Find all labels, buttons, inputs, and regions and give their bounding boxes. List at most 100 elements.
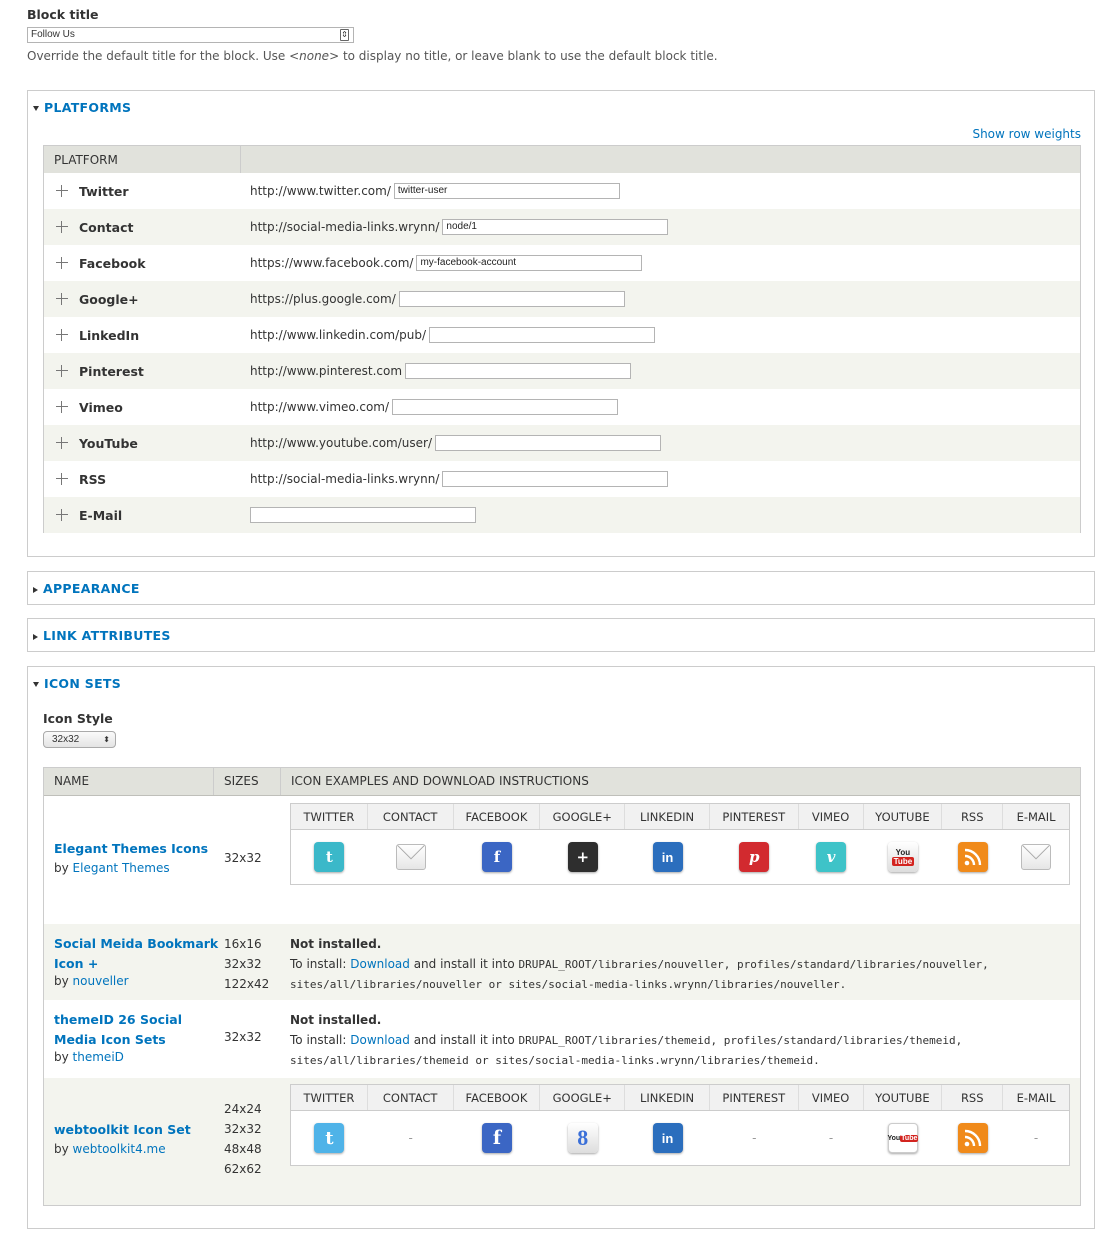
platform-row: Facebook https://www.facebook.com/my-face… — [44, 245, 1080, 281]
twitter-icon: t — [314, 842, 345, 872]
platform-url: https://www.facebook.com/my-facebook-acc… — [250, 255, 643, 271]
appearance-legend[interactable]: APPEARANCE — [33, 581, 140, 596]
platforms-legend[interactable]: PLATFORMS — [33, 100, 131, 115]
link-attributes-legend[interactable]: LINK ATTRIBUTES — [33, 628, 171, 643]
drag-handle-icon[interactable] — [56, 509, 68, 521]
col-sizes: SIZES — [214, 768, 281, 795]
appearance-fieldset — [27, 571, 1095, 605]
platform-name: LinkedIn — [79, 327, 140, 343]
set1-sizes: 32x32 — [224, 851, 262, 865]
icon-table-header: TWITTER CONTACT FACEBOOK GOOGLE+ LINKEDIN PIN… — [291, 804, 1069, 830]
drag-handle-icon[interactable] — [56, 293, 68, 305]
platform-url-prefix: https://www.facebook.com/ — [250, 256, 414, 270]
icon-sets-table-header: NAME SIZES ICON EXAMPLES AND DOWNLOAD IN… — [44, 768, 1080, 796]
set3-author: by themeiD — [54, 1050, 124, 1064]
platform-row: Twitter http://www.twitter.com/twitter-us… — [44, 173, 1080, 209]
drag-handle-icon[interactable] — [56, 257, 68, 269]
icon-col-header: E-MAIL — [1016, 809, 1056, 824]
icon-style-label: Icon Style — [43, 711, 113, 726]
platform-row: YouTube http://www.youtube.com/user/ — [44, 425, 1080, 461]
platform-name: Facebook — [79, 255, 146, 271]
set2-download-link[interactable]: Download — [350, 957, 410, 971]
platform-row: Vimeo http://www.vimeo.com/ — [44, 389, 1080, 425]
platform-name: RSS — [79, 471, 107, 487]
icon-cell: - — [1003, 1111, 1069, 1165]
platform-url-input[interactable]: twitter-user — [393, 183, 620, 199]
platform-url-input[interactable]: node/1 — [442, 219, 669, 235]
platform-url: http://www.vimeo.com/ — [250, 399, 619, 415]
platform-url-input[interactable] — [442, 471, 669, 487]
icon-col-header: RSS — [942, 804, 1004, 829]
icon-sets-legend[interactable]: ICON SETS — [33, 676, 121, 691]
icon-cell: f — [454, 1111, 541, 1165]
icon-col-header: FACEBOOK — [454, 804, 541, 829]
not-available-dash: - — [752, 1131, 757, 1145]
icon-cell: - — [368, 1111, 454, 1165]
select-arrows-icon: ⬍ — [103, 735, 110, 744]
platform-url-input[interactable] — [250, 507, 476, 523]
set1-author: by Elegant Themes — [54, 861, 170, 875]
set1-author-link[interactable]: Elegant Themes — [73, 861, 170, 875]
platform-url-input[interactable] — [405, 363, 632, 379]
drag-handle-icon[interactable] — [56, 365, 68, 377]
icon-table-header: TWITTER CONTACT FACEBOOK GOOGLE+ LINKEDIN PIN… — [291, 1085, 1069, 1111]
set4-author-link[interactable]: webtoolkit4.me — [73, 1142, 166, 1156]
link-attributes-fieldset — [27, 618, 1095, 652]
icon-cell: You Tube — [864, 1111, 943, 1165]
linkedin-icon: in — [652, 1123, 683, 1153]
icon-style-select[interactable]: 32x32 ⬍ — [43, 731, 116, 748]
icon-cell: 8 — [540, 1111, 625, 1165]
platform-url-prefix: http://social-media-links.wrynn/ — [250, 220, 440, 234]
icon-col-header: GOOGLE+ — [540, 1085, 626, 1110]
icon-cell: + — [540, 830, 625, 884]
platform-url-input[interactable] — [429, 327, 656, 343]
set4-icon-table: TWITTER CONTACT FACEBOOK GOOGLE+ LINKEDIN PIN… — [290, 1084, 1070, 1166]
platform-row: LinkedIn http://www.linkedin.com/pub/ — [44, 317, 1080, 353]
set4-name-link[interactable]: webtoolkit Icon Set — [54, 1122, 191, 1137]
set3-author-link[interactable]: themeiD — [73, 1050, 124, 1064]
icon-cell: t — [291, 1111, 368, 1165]
icon-col-header: PINTEREST — [710, 804, 799, 829]
icon-col-header: CONTACT — [368, 1085, 454, 1110]
platform-row: Pinterest http://www.pinterest.com — [44, 353, 1080, 389]
platform-url-input[interactable] — [392, 399, 619, 415]
icon-table-body: t f + in p v You Tube — [291, 830, 1069, 884]
drag-handle-icon[interactable] — [56, 473, 68, 485]
platform-url-prefix: http://www.youtube.com/user/ — [250, 436, 432, 450]
set2-author-link[interactable]: nouveller — [73, 974, 129, 988]
platform-name: Pinterest — [79, 363, 144, 379]
set3-name-link[interactable]: themeID 26 Social Media Icon Sets — [54, 1010, 182, 1050]
icon-cell — [368, 830, 454, 884]
set2-name-link[interactable]: Social Meida Bookmark Icon + — [54, 934, 218, 974]
set2-sizes: 16x16 32x32 122x42 — [224, 937, 270, 991]
platform-name: YouTube — [79, 435, 138, 451]
set4-sizes: 24x24 32x32 48x48 62x62 — [224, 1102, 262, 1176]
set2-author: by nouveller — [54, 974, 129, 988]
platform-url-input[interactable] — [434, 435, 661, 451]
set1-name-link[interactable]: Elegant Themes Icons — [54, 841, 208, 856]
platform-name: Contact — [79, 219, 134, 235]
drag-handle-icon[interactable] — [56, 437, 68, 449]
platform-url-input[interactable] — [398, 291, 625, 307]
youtube-icon: You Tube — [887, 1123, 919, 1153]
set3-download-link[interactable]: Download — [350, 1033, 410, 1047]
icon-col-header: YOUTUBE — [864, 1085, 943, 1110]
platform-url-input[interactable]: my-facebook-account — [416, 255, 643, 271]
platform-name: Google+ — [79, 291, 139, 307]
drag-handle-icon[interactable] — [56, 185, 68, 197]
not-available-dash: - — [1033, 1131, 1039, 1145]
icon-col-header: CONTACT — [368, 804, 454, 829]
icon-cell: in — [625, 1111, 710, 1165]
rss-icon — [957, 842, 988, 872]
icon-cell — [942, 1111, 1003, 1165]
platform-url: http://www.twitter.com/twitter-user — [250, 183, 620, 199]
platform-url: http://social-media-links.wrynn/ — [250, 471, 669, 487]
block-title-field[interactable]: Follow Us ⇕ — [27, 27, 354, 43]
drag-handle-icon[interactable] — [56, 221, 68, 233]
drag-handle-icon[interactable] — [56, 401, 68, 413]
drag-handle-icon[interactable] — [56, 329, 68, 341]
platform-url: https://plus.google.com/ — [250, 291, 625, 307]
icon-cell: f — [454, 830, 541, 884]
show-row-weights-link[interactable]: Show row weights — [972, 127, 1081, 141]
platform-url: http://www.youtube.com/user/ — [250, 435, 661, 451]
